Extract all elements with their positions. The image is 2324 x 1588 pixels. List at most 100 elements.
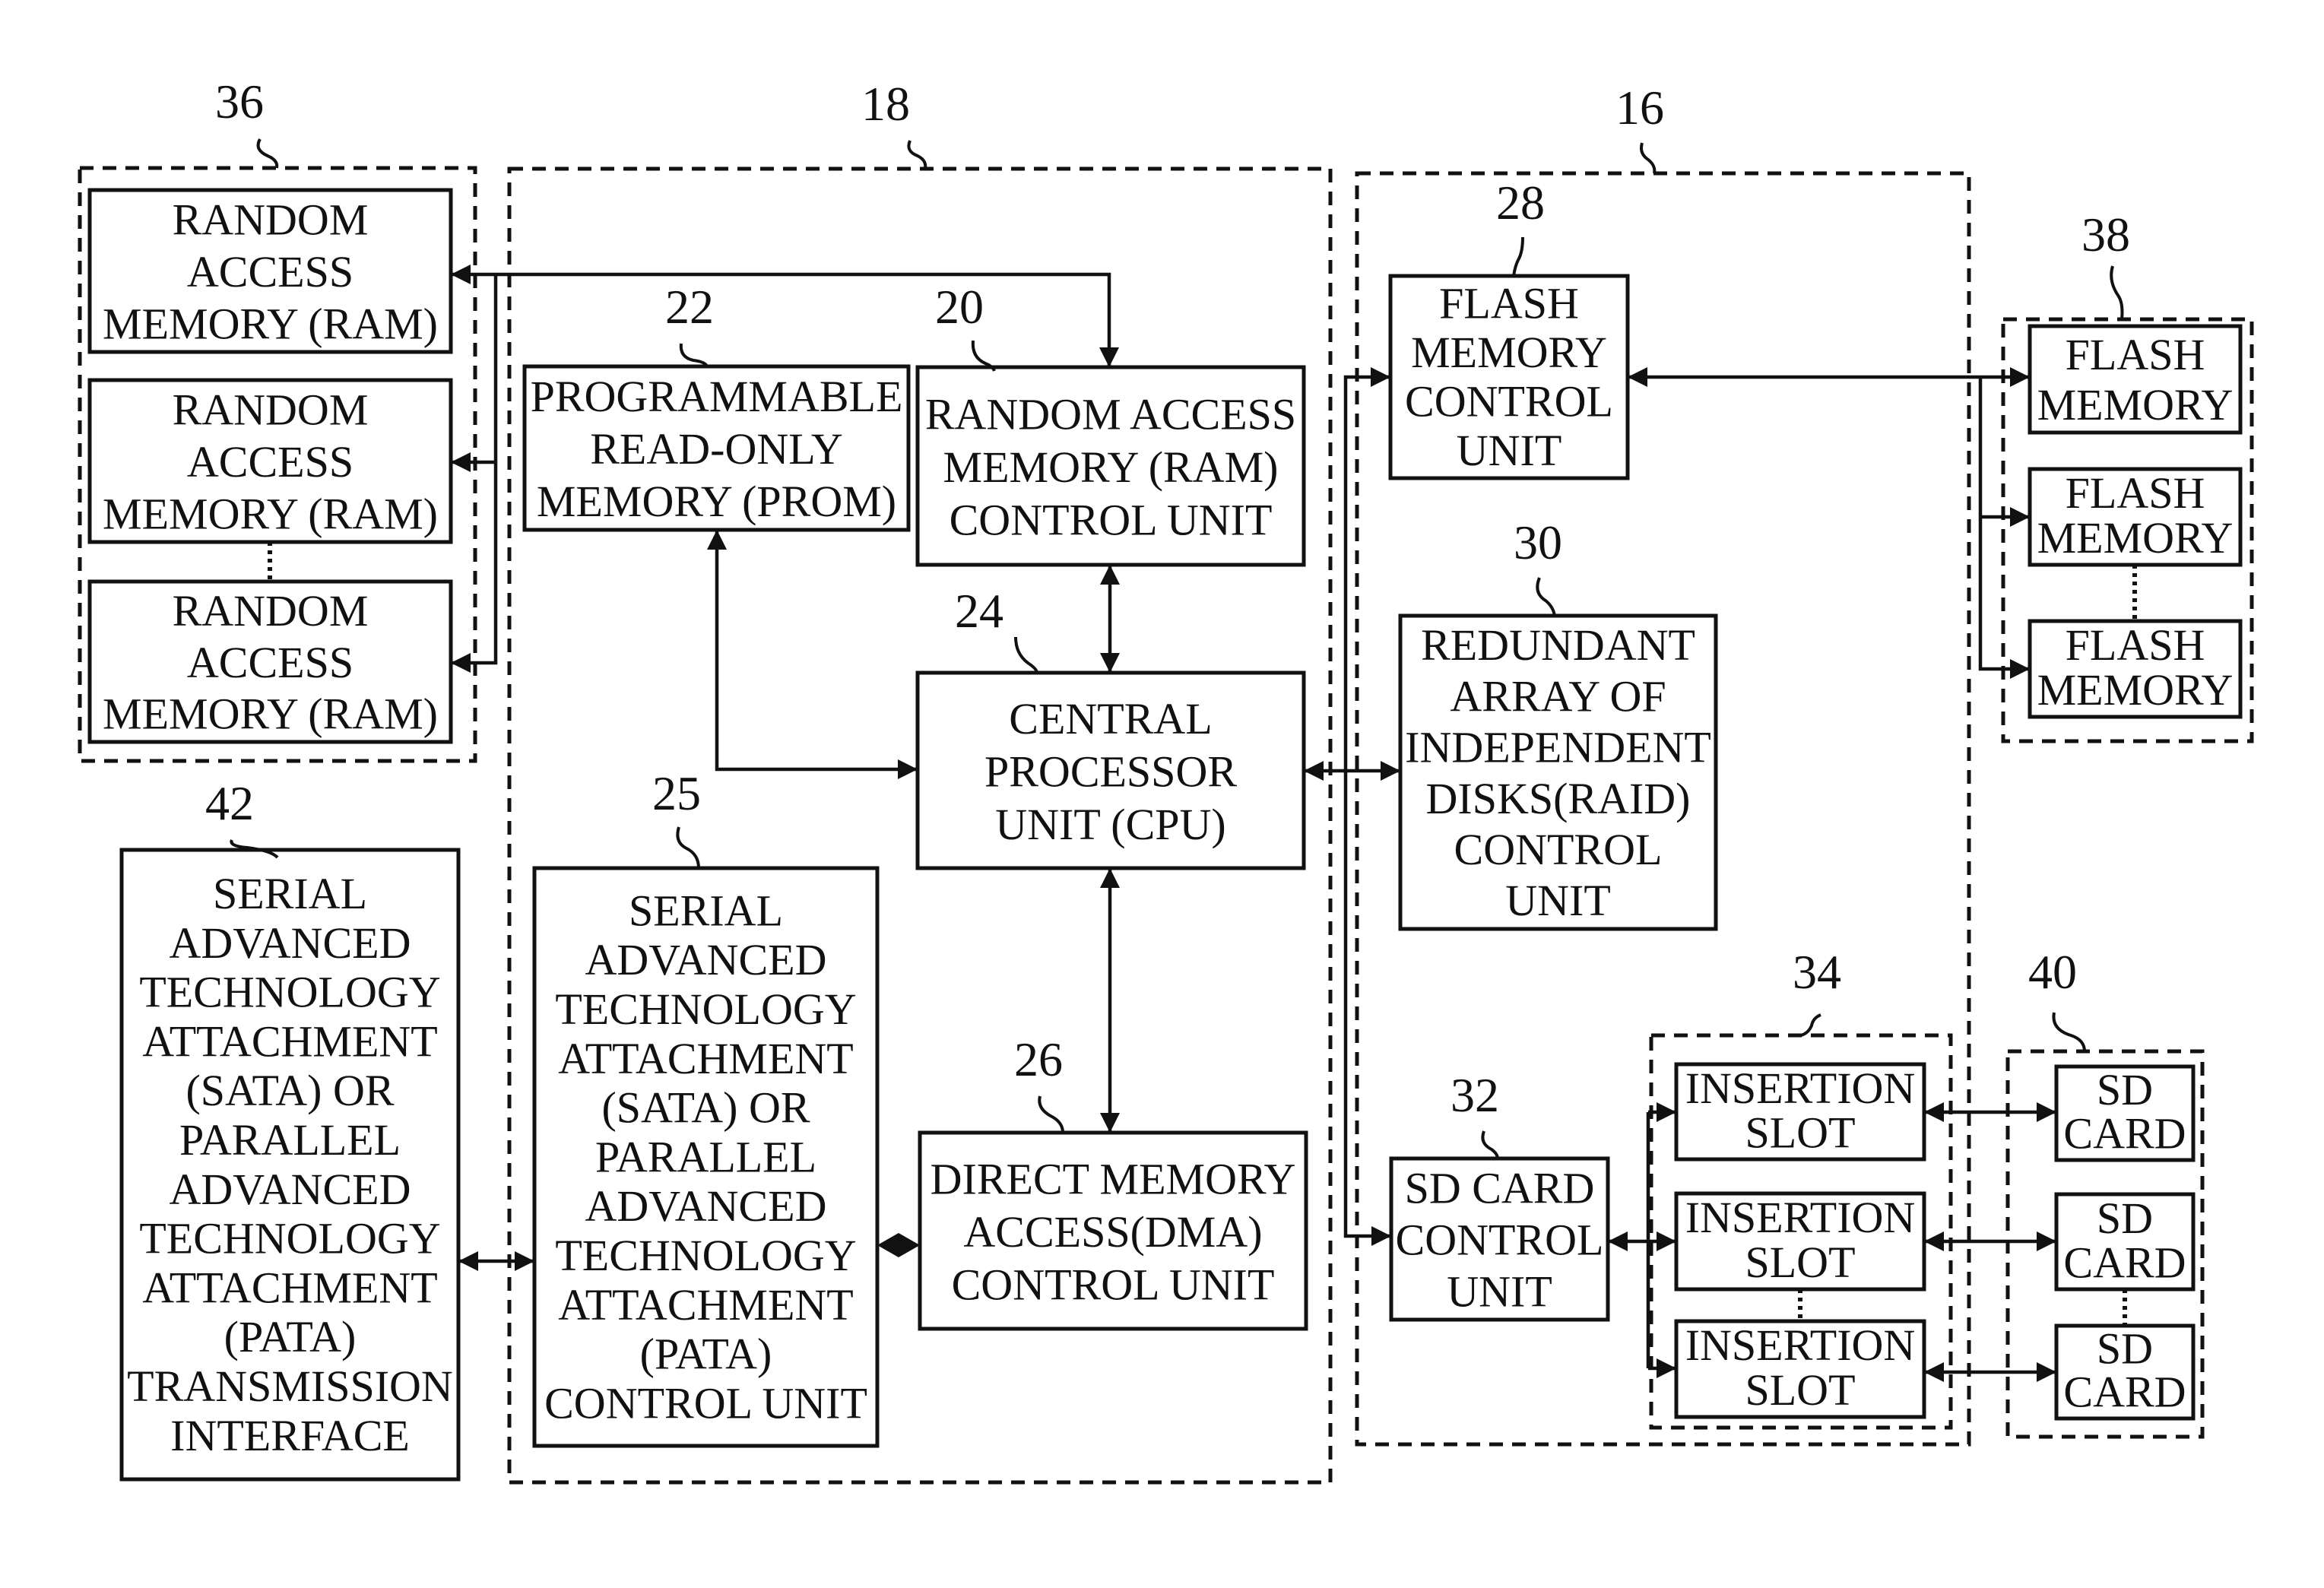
ram-module-label-line: MEMORY (RAM): [103, 689, 438, 738]
sd-card-control-unit-label-line: CONTROL: [1396, 1215, 1604, 1264]
sd-card: SDCARD: [2054, 1192, 2196, 1292]
sata-pata-transmission-interface-label-line: (SATA) OR: [185, 1066, 394, 1115]
arrowhead-icon: [1100, 1113, 1120, 1133]
insertion-slot-label-line: SLOT: [1745, 1238, 1856, 1287]
insertion-slot-label-line: INSERTION: [1685, 1063, 1916, 1113]
insertion-slot: INSERTIONSLOT: [1674, 1191, 1926, 1292]
leader-line: [1800, 1013, 1821, 1037]
insertion-slot-group-ref-number: 34: [1793, 945, 1841, 999]
sata-pata-transmission-interface: SERIALADVANCEDTECHNOLOGYATTACHMENT(SATA)…: [119, 848, 461, 1482]
sata-pata-control-unit-label-line: (PATA): [640, 1330, 772, 1379]
sata-pata-control-unit-label-line: CONTROL UNIT: [544, 1378, 867, 1428]
insertion-slot-label-line: SLOT: [1745, 1365, 1856, 1415]
flash-memory: FLASHMEMORY: [2028, 619, 2243, 719]
flash-memory-label-line: FLASH: [2066, 468, 2205, 518]
sd-card-label-line: SD: [2097, 1324, 2153, 1374]
flash-memory-label-line: MEMORY: [2037, 513, 2234, 563]
sd-card-control-unit-label-line: UNIT: [1447, 1266, 1552, 1316]
sata-pata-control-unit-label-line: TECHNOLOGY: [555, 984, 856, 1034]
arrowhead-icon: [451, 452, 471, 472]
insertion-slot: INSERTIONSLOT: [1674, 1319, 1926, 1419]
sata-pata-transmission-interface-ref-number: 42: [205, 776, 254, 830]
flash-memory-control-unit-label-line: FLASH: [1439, 279, 1579, 328]
sd-card-label-line: CARD: [2063, 1238, 2186, 1287]
ram-control-unit-ref-number: 20: [935, 280, 984, 334]
sata-pata-control-unit-label-line: SERIAL: [629, 886, 783, 935]
leader-line: [1014, 636, 1038, 674]
sd-card: SDCARD: [2054, 1064, 2196, 1162]
arrowhead-icon: [2010, 659, 2030, 679]
sata-pata-control-unit-ref-number: 25: [652, 766, 701, 820]
cpu-block-label-line: UNIT (CPU): [995, 800, 1225, 849]
arrowhead-icon: [1657, 1231, 1676, 1251]
sata-pata-transmission-interface-label-line: TRANSMISSION: [127, 1361, 453, 1411]
arrowhead-icon: [2037, 1231, 2056, 1251]
dma-control-unit-label-line: DIRECT MEMORY: [931, 1154, 1296, 1203]
ram-module-label-line: ACCESS: [187, 247, 354, 296]
arrowhead-icon: [2010, 367, 2030, 387]
sd-card-label-line: CARD: [2063, 1109, 2186, 1159]
arrowhead-icon: [1371, 367, 1390, 387]
ram-bus-line: [451, 272, 1111, 367]
ram-module-label-line: ACCESS: [187, 638, 354, 687]
sd-card: SDCARD: [2054, 1323, 2196, 1421]
ram-module-label-line: RANDOM: [173, 195, 369, 245]
leader-line: [679, 343, 709, 367]
prom-block-label-line: READ-ONLY: [590, 424, 842, 474]
sd-card-label-line: SD: [2097, 1193, 2153, 1243]
raid-control-unit-label-line: DISKS(RAID): [1426, 774, 1691, 823]
arrowhead-icon: [1100, 565, 1120, 585]
arrowhead-icon: [2037, 1362, 2056, 1382]
storage-bus-line: [1343, 375, 1391, 1238]
insertion-slot-label-line: INSERTION: [1685, 1193, 1916, 1242]
arrowhead-icon: [707, 530, 727, 550]
raid-control-unit-label-line: ARRAY OF: [1450, 671, 1666, 721]
flash-memory-label-line: FLASH: [2066, 620, 2205, 670]
leader-line: [1481, 1130, 1499, 1159]
prom-block: PROGRAMMABLEREAD-ONLYMEMORY (PROM): [522, 364, 911, 532]
flash-memory-group-ref-number: 38: [2081, 208, 2130, 261]
bidirectional-connector-icon: [877, 1233, 920, 1257]
leader-line: [1536, 577, 1556, 616]
raid-control-unit: REDUNDANTARRAY OFINDEPENDENTDISKS(RAID)C…: [1398, 613, 1718, 931]
flash-memory-control-unit-label-line: CONTROL: [1405, 377, 1613, 426]
flash-memory-control-unit: FLASHMEMORYCONTROLUNIT: [1388, 274, 1630, 480]
sata-pata-control-unit-label-line: ATTACHMENT: [558, 1280, 853, 1330]
ram-control-unit-label-line: CONTROL UNIT: [950, 495, 1273, 544]
prom-block-ref-number: 22: [665, 280, 714, 334]
storage-controller-group-ref-number: 16: [1615, 81, 1664, 135]
leader-line: [1640, 142, 1657, 174]
sata-pata-transmission-interface-label-line: (PATA): [224, 1312, 357, 1361]
insertion-slot-label-line: INSERTION: [1685, 1320, 1916, 1370]
arrowhead-icon: [1304, 761, 1324, 781]
raid-control-unit-label-line: INDEPENDENT: [1405, 723, 1711, 772]
arrowhead-icon: [1924, 1231, 1944, 1251]
ram-module-label-line: RANDOM: [173, 385, 369, 435]
arrowhead-icon: [458, 1251, 478, 1271]
arrowhead-icon: [1657, 1358, 1676, 1378]
cpu-block-label-line: PROCESSOR: [984, 746, 1237, 796]
main-controller-group-ref-number: 18: [861, 77, 910, 131]
arrowhead-icon: [451, 265, 471, 284]
arrowhead-icon: [515, 1251, 534, 1271]
arrowhead-icon: [1657, 1102, 1676, 1122]
sd-card-control-unit-label-line: SD CARD: [1405, 1163, 1595, 1212]
leader-line: [676, 826, 700, 869]
insertion-slot: INSERTIONSLOT: [1674, 1062, 1926, 1162]
sd-card-control-unit-ref-number: 32: [1451, 1068, 1499, 1122]
sata-pata-control-unit-label-line: ADVANCED: [585, 935, 827, 984]
leader-line: [1038, 1095, 1064, 1133]
arrowhead-icon: [1381, 761, 1400, 781]
flash-memory-label-line: MEMORY: [2037, 665, 2234, 715]
sd-card-control-unit: SD CARDCONTROLUNIT: [1389, 1156, 1610, 1322]
ram-module: RANDOMACCESSMEMORY (RAM): [87, 378, 453, 544]
sd-card-label-line: CARD: [2063, 1368, 2186, 1417]
sata-pata-transmission-interface-label-line: PARALLEL: [179, 1115, 401, 1165]
sata-pata-transmission-interface-label-line: INTERFACE: [170, 1411, 410, 1460]
leader-line: [1512, 236, 1524, 277]
sata-pata-control-unit-label-line: ADVANCED: [585, 1181, 827, 1231]
arrowhead-icon: [2037, 1102, 2056, 1122]
sata-pata-control-unit-label-line: (SATA) OR: [601, 1083, 810, 1133]
raid-control-unit-label-line: CONTROL: [1454, 825, 1663, 874]
arrowhead-icon: [1924, 1362, 1944, 1382]
